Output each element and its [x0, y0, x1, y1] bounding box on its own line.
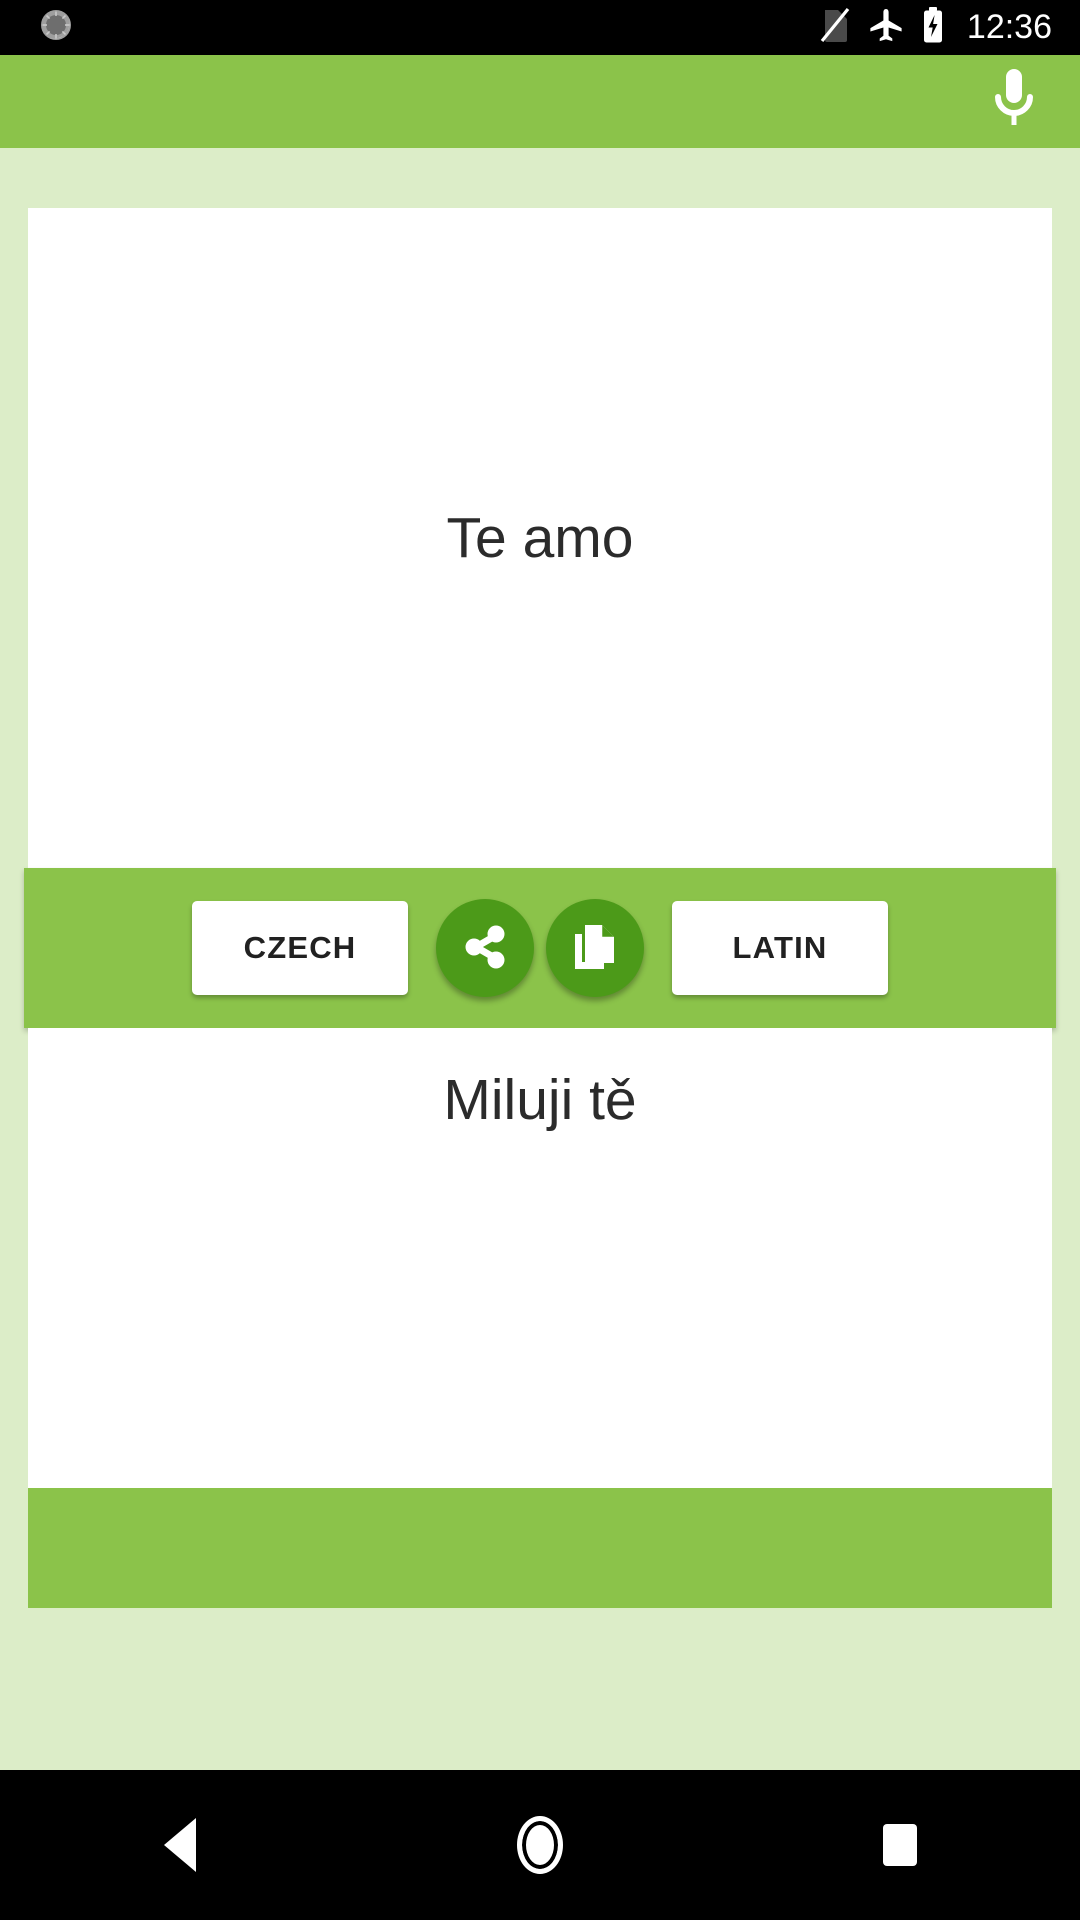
target-text-card[interactable]: Miluji tě — [28, 1028, 1052, 1488]
target-text: Miluji tě — [443, 1068, 637, 1132]
microphone-button[interactable] — [966, 55, 1062, 148]
brightness-circle-icon — [36, 5, 76, 50]
battery-charging-icon — [921, 6, 945, 49]
app-bar — [0, 55, 1080, 148]
target-language-button[interactable]: LATIN — [672, 901, 888, 995]
status-bar-left — [0, 5, 76, 50]
back-triangle-icon — [164, 1818, 196, 1872]
airplane-mode-icon — [867, 6, 905, 49]
copy-icon — [570, 921, 620, 976]
bottom-green-panel — [28, 1488, 1052, 1608]
translation-content: Te amo CZECH LATIN Miluji tě — [0, 148, 1080, 1770]
nav-back-button[interactable] — [0, 1770, 360, 1920]
action-bar: CZECH LATIN — [24, 868, 1056, 1028]
source-language-label: CZECH — [243, 930, 357, 965]
copy-button[interactable] — [546, 899, 644, 997]
no-sim-icon — [819, 6, 851, 49]
app-screen: 12:36 Te amo CZECH LATIN Miluji tě — [0, 0, 1080, 1920]
share-icon — [459, 921, 511, 976]
source-language-button[interactable]: CZECH — [192, 901, 408, 995]
status-bar-clock: 12:36 — [966, 8, 1052, 46]
target-language-label: LATIN — [732, 930, 828, 965]
navigation-bar — [0, 1770, 1080, 1920]
microphone-icon — [986, 63, 1042, 140]
status-bar: 12:36 — [0, 0, 1080, 55]
source-text-card[interactable]: Te amo — [28, 208, 1052, 868]
recents-square-icon — [883, 1824, 917, 1866]
source-text: Te amo — [446, 505, 634, 570]
nav-home-button[interactable] — [360, 1770, 720, 1920]
status-bar-right: 12:36 — [819, 6, 1080, 49]
share-button[interactable] — [436, 899, 534, 997]
nav-recents-button[interactable] — [720, 1770, 1080, 1920]
home-circle-icon — [517, 1816, 563, 1874]
